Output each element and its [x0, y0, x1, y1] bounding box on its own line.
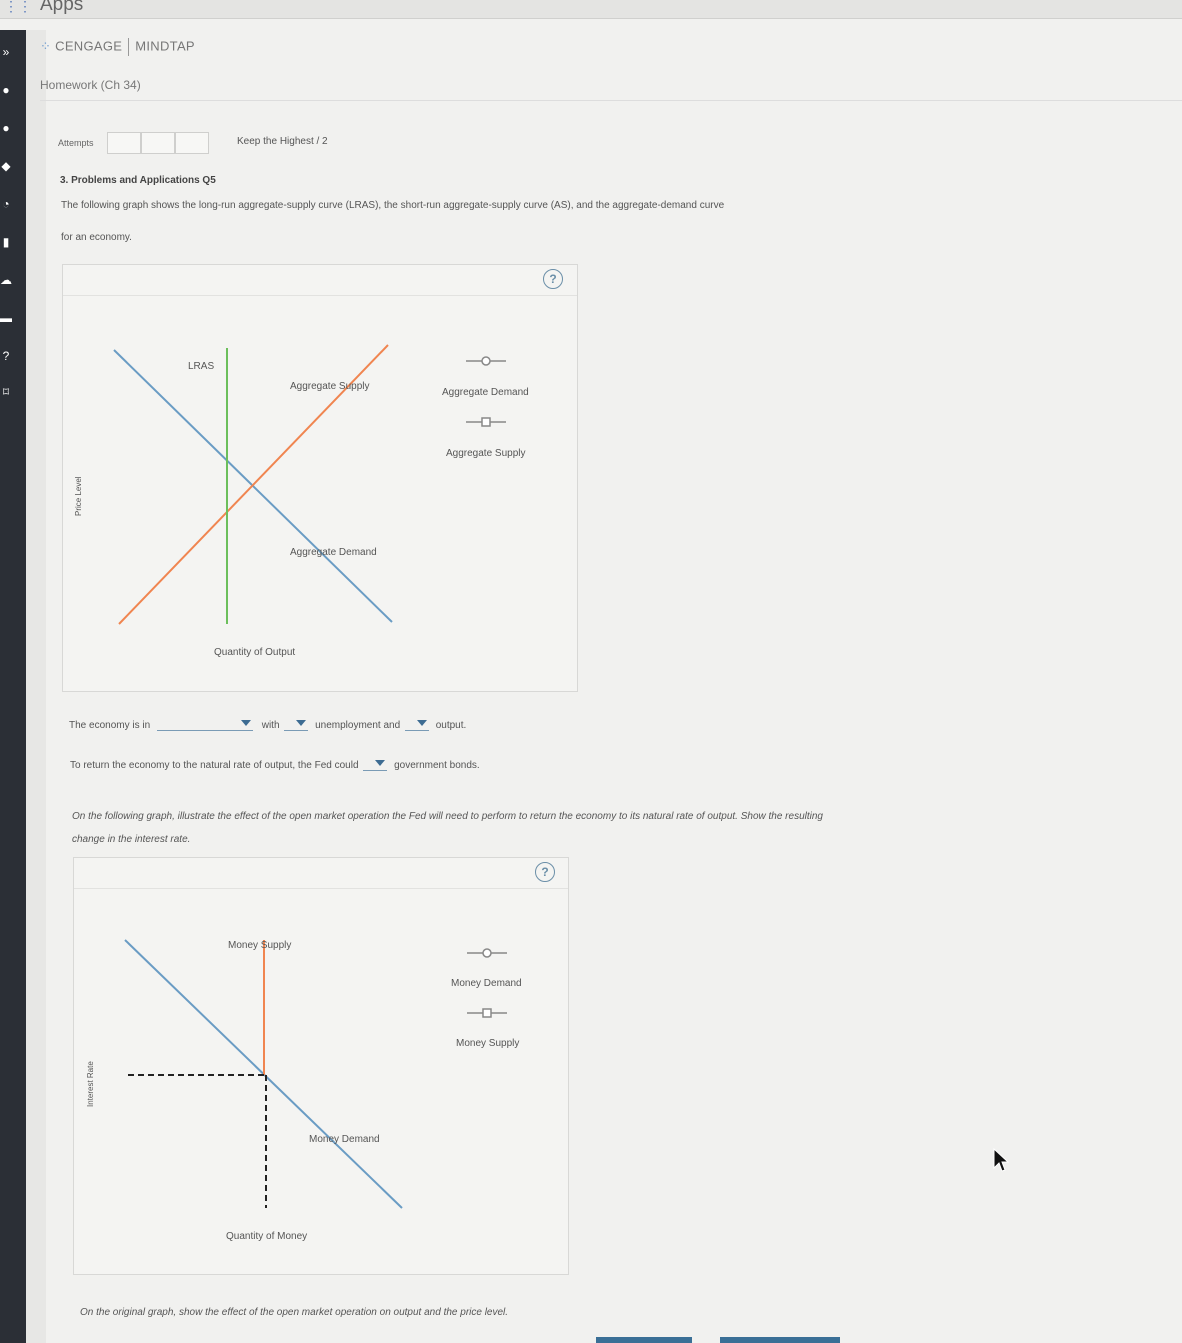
y-axis-label: Interest Rate	[86, 1061, 95, 1107]
ms-tool-icon	[467, 1008, 507, 1018]
ms-label: Money Supply	[228, 940, 292, 951]
md-tool-icon	[467, 948, 507, 958]
ms-tool-label[interactable]: Money Supply	[456, 1038, 519, 1049]
x-axis-label: Quantity of Money	[226, 1231, 308, 1242]
md-label: Money Demand	[309, 1134, 380, 1145]
md-tool-label[interactable]: Money Demand	[451, 978, 522, 989]
graph-effect-instructions: On the original graph, show the effect o…	[80, 1307, 509, 1318]
submit-button[interactable]	[720, 1337, 840, 1343]
mouse-cursor-icon	[993, 1148, 1009, 1172]
money-market-graph[interactable]	[0, 0, 1182, 1343]
grade-button[interactable]	[596, 1337, 692, 1343]
